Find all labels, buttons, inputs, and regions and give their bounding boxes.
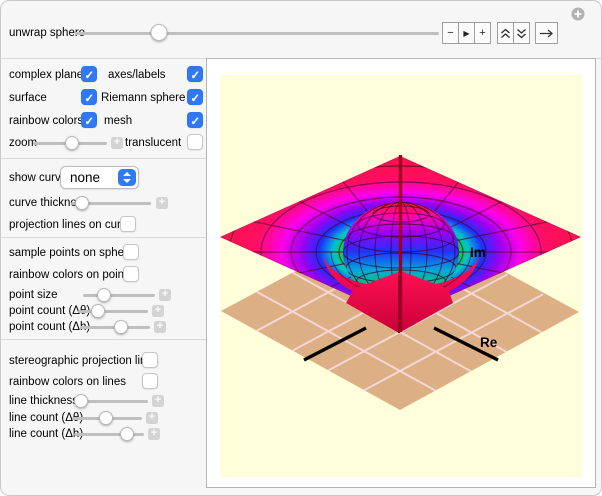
line-count-h-label: line count (Δh) [9, 428, 84, 440]
surface-checkbox[interactable] [81, 89, 97, 105]
plot-area: Im Re [220, 75, 582, 477]
double-chevron-up-icon [501, 28, 510, 38]
arrow-right-icon [540, 29, 553, 37]
riemann-sphere-checkbox[interactable] [187, 89, 203, 105]
line-thickness-label: line thickness [9, 395, 79, 407]
complex-plane-label: complex plane [9, 69, 84, 81]
riemann-sphere-label: Riemann sphere [101, 92, 186, 104]
popup-chevrons-icon [118, 169, 136, 186]
demonstration-window: unwrap sphere − ▶ + complex plane axes/l… [0, 0, 602, 496]
plus-circle-icon [571, 7, 585, 21]
line-count-theta-slider[interactable] [72, 410, 142, 426]
line-thickness-slider[interactable] [73, 393, 148, 409]
slider-track[interactable] [75, 32, 439, 35]
stereographic-projection-lines-checkbox[interactable] [142, 352, 158, 368]
sample-points-label: sample points on sphere [9, 247, 135, 259]
point-count-h-stepper-button[interactable]: + [154, 321, 166, 333]
curve-thickness-slider[interactable] [71, 195, 151, 211]
point-size-label: point size [9, 289, 58, 301]
sidebar: complex plane axes/labels surface Rieman… [1, 58, 206, 495]
zoom-stepper-button[interactable]: + [111, 137, 123, 149]
speed-up-button[interactable] [497, 22, 514, 44]
translucent-checkbox[interactable] [187, 134, 203, 150]
axes-labels-checkbox[interactable] [187, 66, 203, 82]
expand-options-button[interactable] [571, 7, 585, 24]
unwrap-sphere-slider[interactable] [75, 24, 439, 42]
projection-lines-on-curve-label: projection lines on curve [9, 219, 134, 231]
translucent-label: translucent [125, 137, 182, 149]
mesh-checkbox[interactable] [187, 112, 203, 128]
sample-points-checkbox[interactable] [123, 244, 139, 260]
play-icon: ▶ [463, 28, 470, 38]
point-count-h-label: point count (Δh) [9, 321, 91, 333]
mesh-label: mesh [104, 115, 133, 127]
step-forward-button[interactable] [535, 22, 558, 44]
plot-panel: Im Re [206, 58, 596, 488]
speed-down-button[interactable] [513, 22, 530, 44]
line-count-h-slider[interactable] [74, 426, 144, 442]
re-axis-label: Re [480, 335, 498, 350]
stereographic-projection-lines-label: stereographic projection lines [9, 355, 159, 367]
rainbow-colors-label: rainbow colors [9, 115, 84, 127]
show-curve-value: none [70, 170, 101, 185]
line-count-h-stepper-button[interactable]: + [148, 428, 160, 440]
play-button[interactable]: ▶ [458, 22, 475, 44]
complex-plane-checkbox[interactable] [81, 66, 97, 82]
curve-thickness-stepper-button[interactable]: + [156, 197, 168, 209]
point-count-theta-slider[interactable] [78, 303, 148, 319]
im-axis-label: Im [470, 245, 486, 260]
riemann-sphere-3d-graphic[interactable]: Im Re [220, 75, 582, 477]
section-divider [1, 158, 206, 159]
section-divider [1, 339, 206, 340]
surface-label: surface [9, 92, 47, 104]
rainbow-colors-on-points-label: rainbow colors on points [9, 269, 134, 281]
section-divider [1, 237, 206, 238]
projection-lines-on-curve-checkbox[interactable] [120, 216, 136, 232]
rainbow-colors-on-points-checkbox[interactable] [123, 266, 139, 282]
double-chevron-down-icon [517, 28, 526, 38]
slider-thumb[interactable] [150, 24, 168, 41]
axes-labels-label: axes/labels [108, 69, 166, 81]
point-count-theta-stepper-button[interactable]: + [152, 305, 164, 317]
point-size-slider[interactable] [83, 287, 155, 303]
point-size-stepper-button[interactable]: + [159, 289, 171, 301]
rainbow-colors-checkbox[interactable] [81, 112, 97, 128]
line-count-theta-stepper-button[interactable]: + [146, 412, 158, 424]
zoom-slider[interactable] [33, 135, 107, 151]
show-curve-dropdown[interactable]: none [60, 166, 139, 189]
slower-button[interactable]: − [442, 22, 459, 44]
rainbow-colors-on-lines-checkbox[interactable] [142, 373, 158, 389]
show-curve-label: show curve [9, 172, 68, 184]
unwrap-sphere-label: unwrap sphere [9, 27, 86, 39]
rainbow-colors-on-lines-label: rainbow colors on lines [9, 376, 126, 388]
faster-button[interactable]: + [474, 22, 491, 44]
line-thickness-stepper-button[interactable]: + [152, 395, 164, 407]
point-count-h-slider[interactable] [80, 319, 150, 335]
